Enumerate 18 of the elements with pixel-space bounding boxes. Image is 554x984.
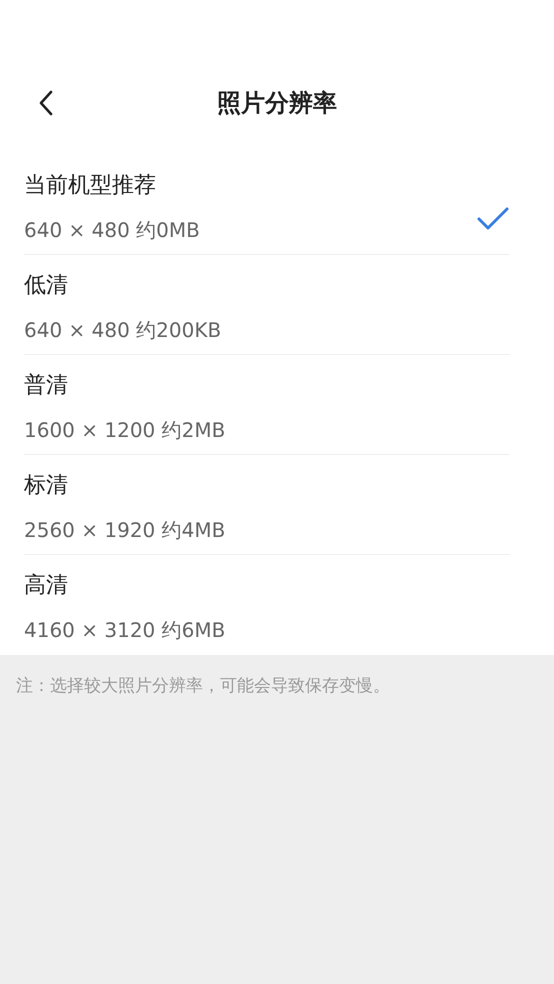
page-title: 照片分辨率 (217, 88, 337, 119)
option-detail: 1600 × 1200 约2MB (24, 417, 226, 444)
note-text: 注：选择较大照片分辨率，可能会导致保存变慢。 (16, 675, 391, 698)
option-name: 高清 (24, 572, 69, 600)
resolution-option[interactable]: 标清 2560 × 1920 约4MB (24, 455, 510, 555)
option-detail: 640 × 480 约200KB (24, 317, 222, 344)
resolution-option[interactable]: 当前机型推荐 640 × 480 约0MB (24, 155, 510, 255)
option-detail: 2560 × 1920 约4MB (24, 517, 226, 544)
resolution-option[interactable]: 高清 4160 × 3120 约6MB (24, 555, 510, 655)
option-name: 当前机型推荐 (24, 172, 157, 200)
back-icon (39, 90, 53, 116)
option-detail: 4160 × 3120 约6MB (24, 617, 226, 644)
option-name: 标清 (24, 472, 69, 500)
option-detail: 640 × 480 约0MB (24, 217, 200, 244)
option-name: 普清 (24, 372, 69, 400)
resolution-option[interactable]: 低清 640 × 480 约200KB (24, 255, 510, 355)
resolution-option[interactable]: 普清 1600 × 1200 约2MB (24, 355, 510, 455)
option-name: 低清 (24, 272, 69, 300)
